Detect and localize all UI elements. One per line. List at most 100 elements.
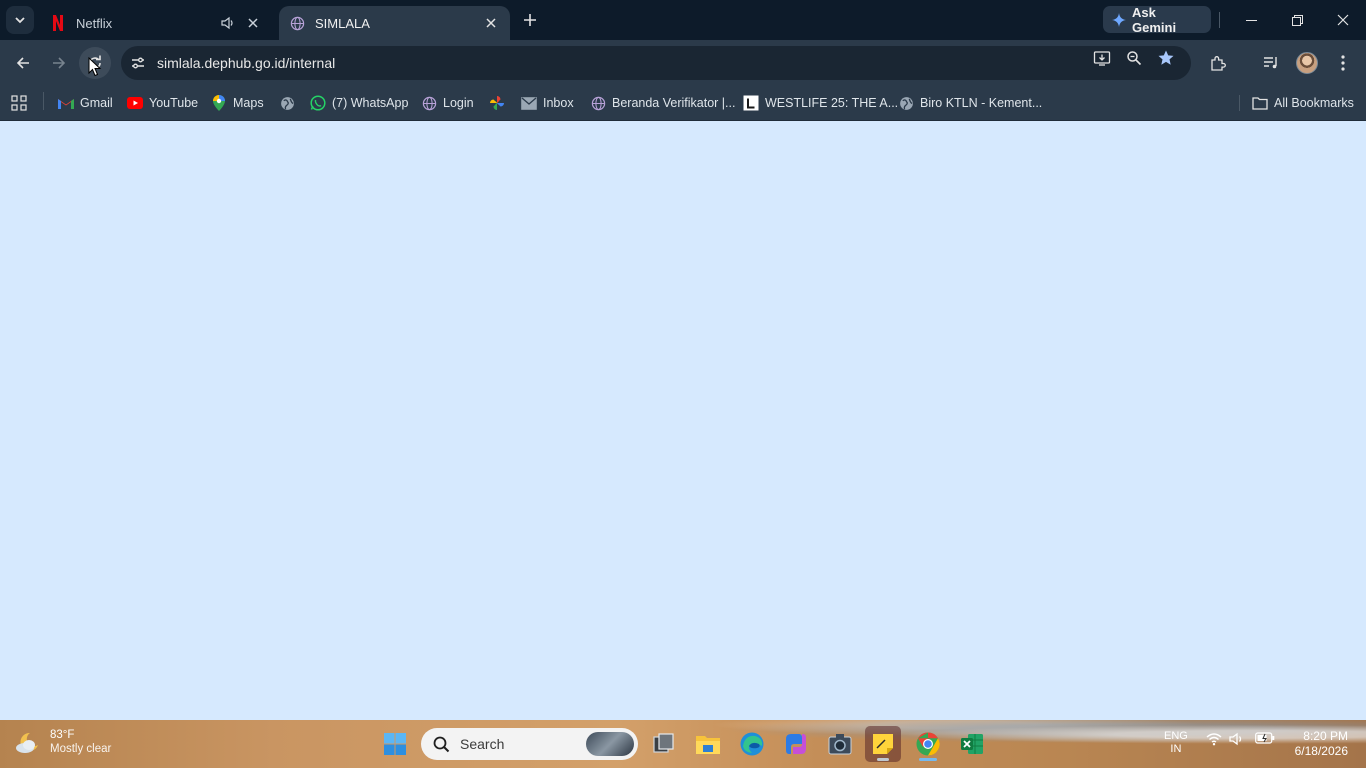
close-tab-button[interactable] (482, 14, 500, 32)
globe-icon (421, 95, 437, 111)
bookmark-label: Beranda Verifikator |... (612, 96, 736, 110)
wallpaper (0, 720, 1366, 768)
minimize-button[interactable] (1228, 0, 1274, 40)
language-code: ENG (1164, 730, 1188, 742)
bookmark-inbox[interactable]: Inbox (521, 91, 574, 115)
weather-temp: 83°F (50, 729, 75, 741)
speaker-icon[interactable] (218, 13, 238, 33)
volume-icon[interactable] (1229, 732, 1245, 746)
weather-condition: Mostly clear (50, 743, 112, 755)
chrome-button[interactable] (910, 726, 946, 762)
puzzle-icon (1211, 56, 1226, 71)
language-indicator[interactable]: ENG IN (1164, 730, 1188, 756)
profile-avatar[interactable] (1296, 52, 1318, 74)
ask-gemini-label: Ask Gemini (1132, 4, 1177, 35)
bookmark-beranda-verifikator[interactable]: Beranda Verifikator |... (590, 91, 735, 115)
arrow-left-icon (16, 57, 29, 69)
bookmark-globe[interactable] (279, 91, 301, 115)
site-info-button[interactable] (123, 48, 153, 78)
tab-simlala[interactable]: SIMLALA (279, 6, 510, 40)
task-view-button[interactable] (646, 726, 682, 762)
zoom-button[interactable] (1124, 48, 1144, 68)
youtube-icon (127, 95, 143, 111)
restore-button[interactable] (1274, 0, 1320, 40)
system-clock[interactable]: 8:20 PM 6/18/2026 (1284, 729, 1348, 759)
globe-icon (289, 15, 305, 31)
bookmark-label: Biro KTLN - Kement... (920, 96, 1043, 110)
url-text[interactable]: simlala.dephub.go.id/internal (157, 55, 1191, 71)
globe-icon (279, 95, 295, 111)
sticky-notes-button[interactable] (865, 726, 901, 762)
bookmark-label: Gmail (80, 96, 113, 110)
extensions-button[interactable] (1205, 50, 1231, 76)
close-icon (486, 18, 496, 28)
new-tab-button[interactable] (518, 8, 542, 32)
tab-title: SIMLALA (315, 15, 370, 31)
bookmark-login[interactable]: Login (421, 91, 474, 115)
bookmark-label: YouTube (149, 96, 199, 110)
close-icon (1337, 14, 1349, 26)
bookmark-label: Login (443, 96, 474, 110)
all-bookmarks-button[interactable]: All Bookmarks (1252, 91, 1354, 115)
weather-widget[interactable]: 83°F Mostly clear (14, 727, 111, 757)
windows-logo-icon (384, 733, 406, 755)
whatsapp-icon (310, 95, 326, 111)
chrome-icon (916, 732, 940, 756)
start-button[interactable] (377, 726, 413, 762)
install-app-button[interactable] (1092, 48, 1112, 68)
close-window-button[interactable] (1320, 0, 1366, 40)
browser-toolbar: simlala.dephub.go.id/internal (0, 40, 1366, 111)
edge-button[interactable] (734, 726, 770, 762)
bookmark-label: (7) WhatsApp (332, 96, 409, 110)
tab-search-button[interactable] (6, 6, 34, 34)
bookmark-label: WESTLIFE 25: THE A... (765, 96, 899, 110)
copilot-button[interactable] (778, 726, 814, 762)
globe-icon (898, 95, 914, 111)
maps-icon (211, 95, 227, 111)
gemini-sparkle-icon (1112, 12, 1126, 27)
address-bar[interactable]: simlala.dephub.go.id/internal (121, 46, 1191, 80)
kebab-menu-icon (1341, 55, 1345, 71)
bookmark-gmail[interactable]: Gmail (58, 91, 113, 115)
pinwheel-icon (489, 95, 505, 111)
ask-gemini-button[interactable]: Ask Gemini (1103, 4, 1211, 35)
media-controls-button[interactable] (1258, 50, 1284, 76)
excel-icon (961, 734, 983, 754)
battery-icon[interactable] (1255, 732, 1275, 744)
camera-app-button[interactable] (822, 726, 858, 762)
minimize-icon (1245, 19, 1257, 21)
bookmark-label: Inbox (543, 96, 574, 110)
tab-netflix[interactable]: Netflix (40, 6, 272, 40)
menu-button[interactable] (1330, 50, 1356, 76)
l-logo-icon (743, 95, 759, 111)
apps-button[interactable] (11, 91, 33, 115)
tune-icon (132, 57, 144, 69)
tab-strip: Netflix SIMLALA Ask Gemini (0, 0, 1366, 40)
taskbar: 83°F Mostly clear Search ENG IN 8:20 PM … (0, 720, 1366, 768)
taskbar-search[interactable]: Search (421, 728, 638, 760)
zoom-icon (1127, 51, 1142, 66)
bookmark-biro-ktln[interactable]: Biro KTLN - Kement... (898, 91, 1042, 115)
active-indicator (919, 758, 937, 761)
file-explorer-button[interactable] (690, 726, 726, 762)
edge-icon (740, 732, 764, 756)
bookmarks-bar: Gmail YouTube Maps (7) WhatsApp Login In… (0, 86, 1366, 121)
excel-button[interactable] (954, 726, 990, 762)
input-region: IN (1170, 743, 1182, 755)
bookmark-pinwheel[interactable] (489, 91, 511, 115)
back-button[interactable] (7, 47, 39, 79)
restore-icon (1291, 14, 1303, 26)
close-tab-button[interactable] (244, 14, 262, 32)
media-queue-icon (1264, 57, 1277, 69)
bookmark-whatsapp[interactable]: (7) WhatsApp (310, 91, 408, 115)
mouse-cursor-icon (88, 57, 102, 77)
bookmark-youtube[interactable]: YouTube (127, 91, 198, 115)
clock-date: 6/18/2026 (1294, 744, 1348, 758)
folder-icon (696, 736, 720, 754)
forward-button[interactable] (43, 47, 75, 79)
bookmark-westlife[interactable]: WESTLIFE 25: THE A... (743, 91, 898, 115)
bookmark-star-button[interactable] (1156, 48, 1176, 68)
wifi-icon[interactable] (1206, 732, 1222, 746)
page-content (0, 121, 1366, 720)
bookmark-maps[interactable]: Maps (211, 91, 264, 115)
